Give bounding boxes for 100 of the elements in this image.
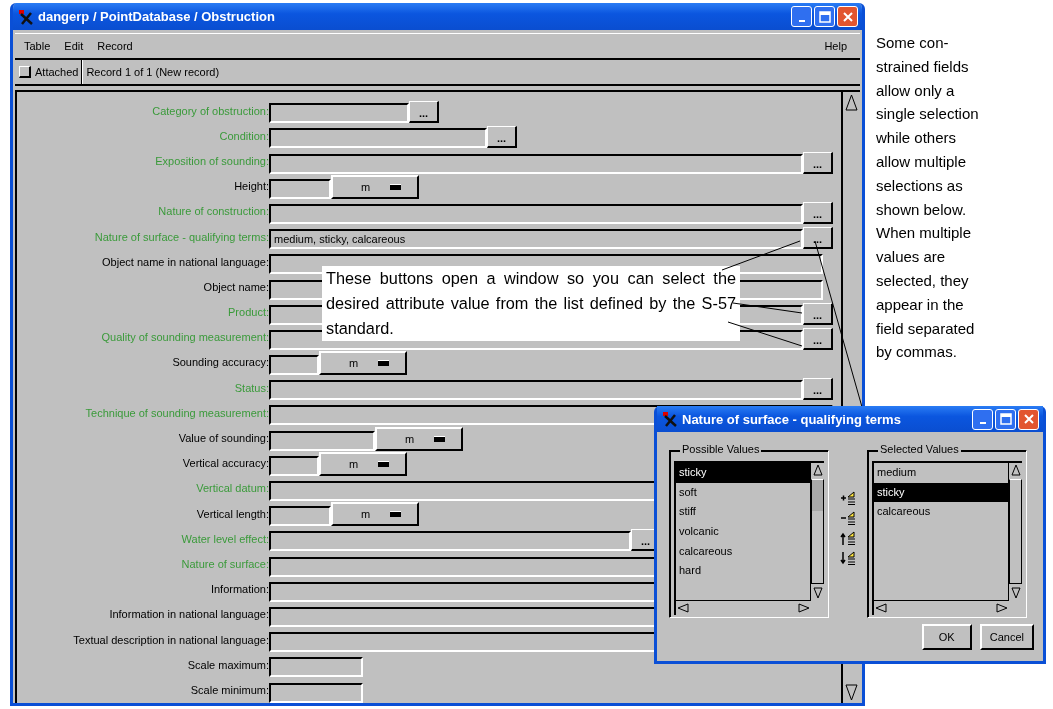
list-item[interactable]: sticky bbox=[874, 482, 1008, 503]
close-button[interactable] bbox=[1018, 408, 1039, 430]
field-label: Sounding accuracy: bbox=[171, 356, 269, 369]
scroll-right-icon bbox=[995, 602, 1009, 614]
app-icon bbox=[18, 8, 34, 25]
record-status: Record 1 of 1 (New record) bbox=[82, 60, 220, 84]
unit-dropdown[interactable]: m bbox=[319, 451, 407, 476]
minimize-button[interactable] bbox=[972, 408, 993, 430]
list-item[interactable]: stiff bbox=[676, 502, 810, 523]
group-title: Selected Values bbox=[878, 443, 961, 455]
input-field[interactable] bbox=[269, 153, 803, 174]
field-label: Technique of sounding measurement: bbox=[84, 406, 269, 419]
field-label: Water level effect: bbox=[180, 532, 269, 545]
close-icon bbox=[1022, 413, 1035, 425]
unit-dropdown[interactable]: m bbox=[375, 426, 463, 451]
checkbox-label: Attached bbox=[35, 60, 83, 84]
list-item[interactable]: sticky bbox=[676, 463, 810, 483]
minimize-button[interactable] bbox=[791, 6, 812, 27]
field-label: Nature of construction: bbox=[157, 205, 269, 218]
scrollbar[interactable] bbox=[676, 600, 811, 615]
menu-item[interactable]: Record bbox=[97, 40, 133, 52]
input-field[interactable] bbox=[269, 103, 409, 124]
field-label: Textual description in national language: bbox=[72, 633, 269, 646]
field-label: Quality of sounding measurement: bbox=[100, 331, 269, 344]
field-label: Product: bbox=[227, 306, 269, 319]
minimize-icon bbox=[979, 422, 986, 424]
attached-checkbox[interactable] bbox=[19, 66, 31, 78]
input-field[interactable] bbox=[269, 657, 363, 678]
field-label: Condition: bbox=[218, 129, 269, 142]
field-label: Value of sounding: bbox=[177, 432, 269, 445]
maximize-button[interactable] bbox=[814, 6, 835, 27]
close-button[interactable] bbox=[837, 6, 858, 27]
maximize-icon bbox=[818, 10, 831, 23]
input-field[interactable] bbox=[269, 682, 363, 703]
cancel-button[interactable]: Cancel bbox=[979, 624, 1034, 650]
callout-tooltip: These buttons open a window so you can select the desired attribute value from the list defined by the S-57 standard. bbox=[322, 266, 740, 341]
list-item[interactable]: soft bbox=[676, 482, 810, 503]
menu-item[interactable]: Table bbox=[24, 40, 51, 52]
scroll-down-icon bbox=[811, 586, 824, 600]
field-label: Object name: bbox=[202, 280, 269, 293]
group-title: Possible Values bbox=[680, 443, 762, 455]
menu-item[interactable]: Edit bbox=[64, 40, 84, 52]
minimize-icon bbox=[798, 19, 805, 22]
picker-button[interactable]: ... bbox=[803, 227, 833, 250]
unit-dropdown[interactable]: m bbox=[331, 174, 419, 199]
field-label: Nature of surface: bbox=[180, 557, 269, 570]
field-label: Nature of surface - qualifying terms: bbox=[93, 230, 269, 243]
picker-button[interactable]: ... bbox=[409, 101, 439, 124]
picker-button[interactable]: ... bbox=[803, 378, 833, 401]
list-item[interactable]: volcanic bbox=[676, 522, 810, 542]
input-field[interactable] bbox=[269, 531, 631, 552]
picker-button[interactable]: ... bbox=[803, 302, 833, 325]
field-label: Vertical datum: bbox=[195, 482, 269, 495]
add-item-icon[interactable] bbox=[840, 490, 856, 506]
list-item[interactable]: calcareous bbox=[676, 541, 810, 562]
field-label: Exposition of sounding: bbox=[154, 154, 269, 167]
scrollbar[interactable] bbox=[874, 600, 1009, 615]
field-label: Status: bbox=[233, 381, 269, 394]
move-up-icon[interactable] bbox=[840, 530, 856, 546]
field-label: Scale maximum: bbox=[186, 658, 269, 671]
picker-button[interactable]: ... bbox=[487, 126, 517, 149]
picker-button[interactable]: ... bbox=[803, 201, 833, 224]
field-label: Information: bbox=[209, 583, 269, 596]
field-label: Vertical length: bbox=[195, 507, 269, 520]
input-field[interactable] bbox=[269, 455, 319, 476]
field-label: Scale minimum: bbox=[189, 683, 269, 696]
input-field[interactable] bbox=[269, 128, 487, 149]
scrollbar[interactable] bbox=[810, 463, 824, 600]
scrollbar[interactable] bbox=[1008, 463, 1022, 600]
list-item[interactable]: calcareous bbox=[874, 502, 1008, 523]
app-icon bbox=[662, 411, 678, 427]
scroll-down-icon bbox=[844, 683, 859, 703]
side-note: Some con- strained fields allow only a single selection while others allow multiple selections as shown below. When multiple values are selected, they appear in the field separated by commas. bbox=[876, 33, 980, 363]
input-field[interactable] bbox=[269, 430, 375, 451]
input-field[interactable] bbox=[269, 506, 331, 527]
input-field[interactable]: medium, sticky, calcareous bbox=[269, 229, 803, 250]
input-field[interactable] bbox=[269, 355, 319, 376]
ok-button[interactable]: OK bbox=[921, 624, 972, 650]
field-label: Height: bbox=[233, 180, 269, 193]
list-item[interactable]: medium bbox=[874, 463, 1008, 483]
field-label: Category of obstruction: bbox=[151, 104, 269, 117]
remove-item-icon[interactable] bbox=[840, 510, 856, 526]
list-item[interactable]: hard bbox=[676, 561, 810, 582]
menu-item[interactable]: Help bbox=[824, 40, 847, 52]
move-down-icon[interactable] bbox=[840, 550, 856, 566]
picker-button[interactable]: ... bbox=[803, 151, 833, 174]
unit-dropdown[interactable]: m bbox=[331, 502, 419, 527]
unit-dropdown[interactable]: m bbox=[319, 351, 407, 376]
dialog-title: Nature of surface - qualifying terms bbox=[682, 411, 902, 427]
maximize-icon bbox=[999, 413, 1012, 425]
scroll-down-icon bbox=[1009, 586, 1022, 600]
field-label: Vertical accuracy: bbox=[181, 457, 269, 470]
field-label: Information in national language: bbox=[108, 608, 269, 621]
input-field[interactable] bbox=[269, 178, 331, 199]
input-field[interactable] bbox=[269, 380, 803, 401]
input-field[interactable] bbox=[269, 203, 803, 224]
picker-button[interactable]: ... bbox=[803, 327, 833, 350]
close-icon bbox=[841, 10, 854, 23]
window-title: dangerp / PointDatabase / Obstruction bbox=[38, 9, 276, 24]
maximize-button[interactable] bbox=[995, 408, 1016, 430]
